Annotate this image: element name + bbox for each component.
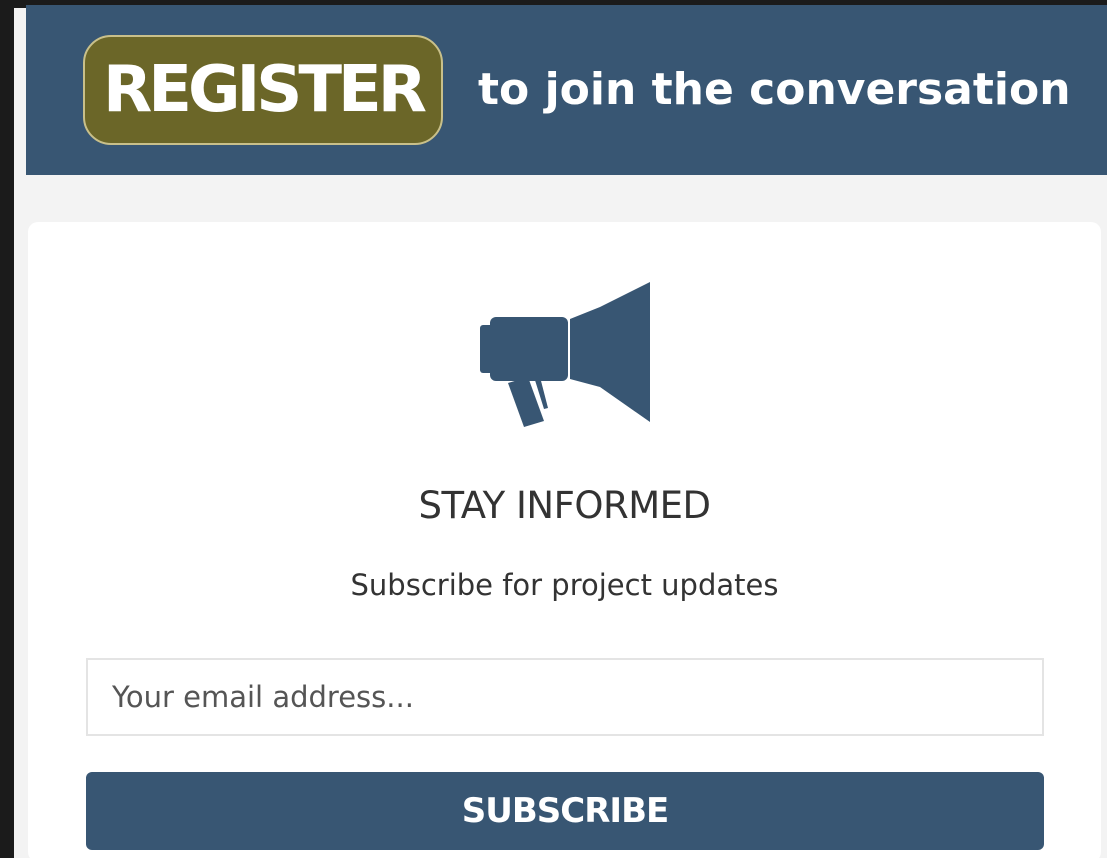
stay-informed-card: STAY INFORMED Subscribe for project upda…	[28, 222, 1101, 858]
card-title: STAY INFORMED	[418, 484, 711, 527]
megaphone-icon	[480, 282, 650, 427]
banner-tagline: to join the conversation	[478, 64, 1071, 115]
card-subtitle: Subscribe for project updates	[350, 568, 779, 602]
register-button[interactable]: REGISTER	[83, 35, 443, 145]
email-input[interactable]	[86, 658, 1044, 736]
page: REGISTER to join the conversation STAY I…	[0, 0, 1107, 858]
subscribe-button[interactable]: SUBSCRIBE	[86, 772, 1044, 850]
register-banner: REGISTER to join the conversation	[26, 5, 1107, 175]
